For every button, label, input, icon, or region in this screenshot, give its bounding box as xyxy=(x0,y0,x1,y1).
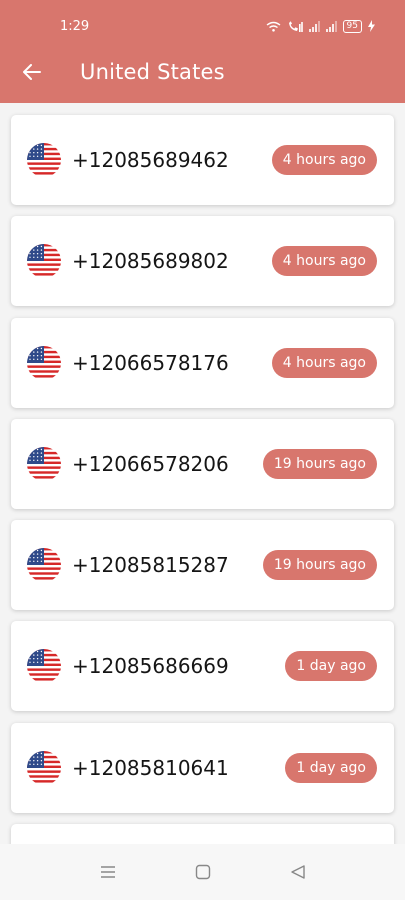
phone-number: +12066578206 xyxy=(72,451,229,476)
list-item[interactable]: +12085815287 19 hours ago xyxy=(11,520,394,611)
list-item[interactable]: +12085686669 1 day ago xyxy=(11,621,394,712)
phone-number-list: +12085689462 4 hours ago +12085689802 4 … xyxy=(11,115,394,865)
menu-icon xyxy=(100,866,115,878)
list-item[interactable]: +12085689462 4 hours ago xyxy=(11,115,394,205)
phone-number: +12085689462 xyxy=(72,148,229,172)
list-item[interactable]: +12085810641 1 day ago xyxy=(11,722,394,813)
time-ago-badge: 4 hours ago xyxy=(271,246,377,277)
charging-icon xyxy=(368,20,375,32)
time-ago-badge: 19 hours ago xyxy=(262,448,377,479)
status-time: 1:29 xyxy=(60,18,90,34)
signal-icon xyxy=(308,20,320,32)
status-icons: 95 xyxy=(266,19,375,33)
us-flag-icon xyxy=(27,548,61,583)
app-header: 1:29 95 United States xyxy=(0,0,405,103)
system-nav-bar xyxy=(0,844,405,900)
page-title: United States xyxy=(80,60,225,84)
list-item[interactable]: +12066578206 19 hours ago xyxy=(11,418,394,509)
phone-number: +12085686669 xyxy=(72,654,229,679)
title-row: United States xyxy=(0,52,405,92)
us-flag-icon xyxy=(27,143,61,177)
home-button[interactable] xyxy=(183,852,223,892)
list-item[interactable]: +12066578176 4 hours ago xyxy=(11,317,394,408)
wifi-icon xyxy=(266,21,280,32)
phone-number: +12085689802 xyxy=(72,249,229,274)
us-flag-icon xyxy=(27,446,61,481)
signal-icon xyxy=(325,20,337,32)
home-icon xyxy=(195,864,210,880)
time-ago-badge: 4 hours ago xyxy=(271,347,377,378)
time-ago-badge: 1 day ago xyxy=(285,651,377,682)
call-icon xyxy=(288,20,303,32)
us-flag-icon xyxy=(27,750,61,785)
time-ago-badge: 1 day ago xyxy=(285,752,377,783)
time-ago-badge: 19 hours ago xyxy=(262,550,377,581)
us-flag-icon xyxy=(27,345,61,380)
back-nav-button[interactable] xyxy=(278,852,318,892)
battery-icon: 95 xyxy=(342,19,362,33)
time-ago-badge: 4 hours ago xyxy=(271,145,377,175)
phone-number: +12085810641 xyxy=(72,755,229,780)
phone-number: +12066578176 xyxy=(72,350,229,375)
arrow-left-icon xyxy=(23,64,41,80)
us-flag-icon xyxy=(27,649,61,684)
back-triangle-icon xyxy=(290,865,305,879)
phone-number: +12085815287 xyxy=(72,553,229,578)
list-item[interactable]: +12085689802 4 hours ago xyxy=(11,216,394,307)
status-bar: 1:29 95 xyxy=(0,0,405,52)
us-flag-icon xyxy=(27,244,61,279)
back-button[interactable] xyxy=(12,52,52,92)
menu-button[interactable] xyxy=(88,852,128,892)
